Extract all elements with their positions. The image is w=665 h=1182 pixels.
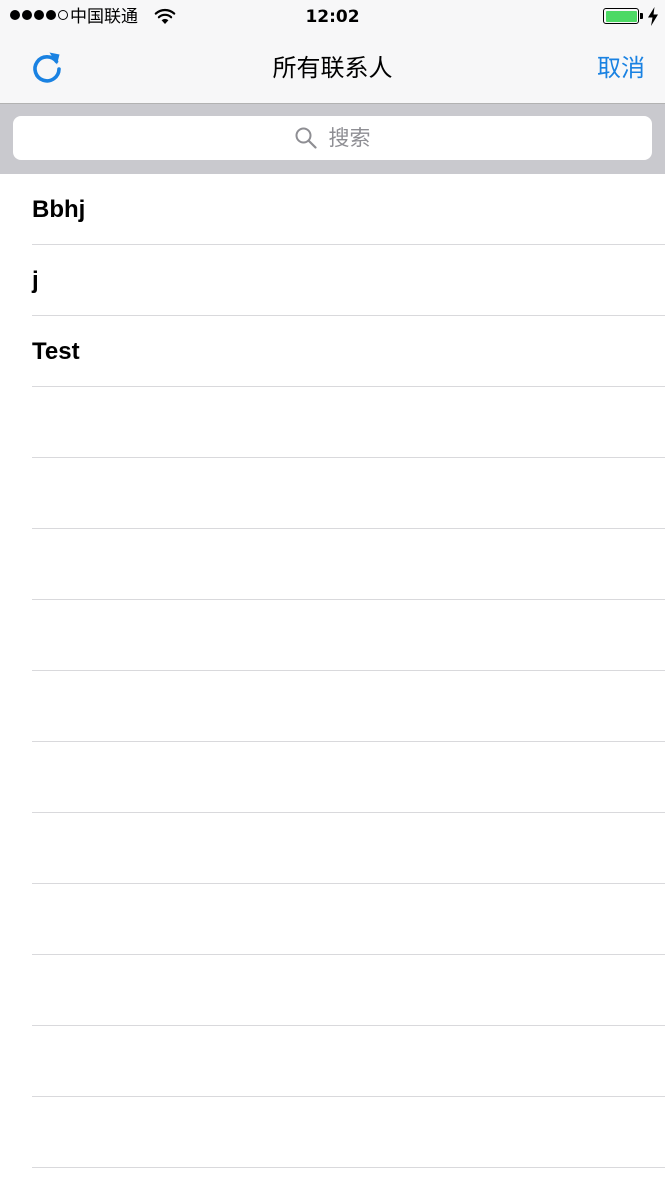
contact-row[interactable]: Test (0, 316, 665, 387)
search-placeholder: 搜索 (328, 126, 371, 150)
contact-row[interactable] (0, 1026, 665, 1097)
search-input[interactable]: 搜索 (13, 116, 652, 160)
contact-row[interactable]: Bbhj (0, 174, 665, 245)
contact-name: Bbhj (32, 196, 86, 223)
contact-row[interactable] (0, 1097, 665, 1168)
contact-row[interactable] (0, 884, 665, 955)
contact-name: Test (32, 338, 80, 365)
contact-name: j (32, 267, 39, 294)
battery-icon (603, 8, 639, 24)
cancel-button[interactable]: 取消 (597, 52, 645, 84)
status-bar: 中国联通 12:02 (0, 0, 665, 34)
page-title: 所有联系人 (272, 54, 393, 82)
contact-list: Bbhj j Test (0, 174, 665, 1168)
battery-level-fill (605, 10, 637, 22)
contact-row[interactable]: j (0, 245, 665, 316)
contact-row[interactable] (0, 813, 665, 884)
contact-row[interactable] (0, 458, 665, 529)
search-bar-container: 搜索 (0, 104, 665, 174)
contact-row[interactable] (0, 742, 665, 813)
contacts-screen: 中国联通 12:02 所有联系人 取消 搜索 Bbhj j Test (0, 0, 665, 1182)
contact-row[interactable] (0, 529, 665, 600)
contact-row[interactable] (0, 955, 665, 1026)
contact-row[interactable] (0, 387, 665, 458)
status-time: 12:02 (305, 7, 360, 27)
navigation-bar: 所有联系人 取消 (0, 34, 665, 103)
contact-row[interactable] (0, 600, 665, 671)
contact-row[interactable] (0, 671, 665, 742)
search-icon (295, 127, 317, 149)
battery-cap (640, 13, 643, 19)
top-bar: 中国联通 12:02 所有联系人 取消 (0, 0, 665, 104)
bolt-icon (648, 7, 658, 26)
